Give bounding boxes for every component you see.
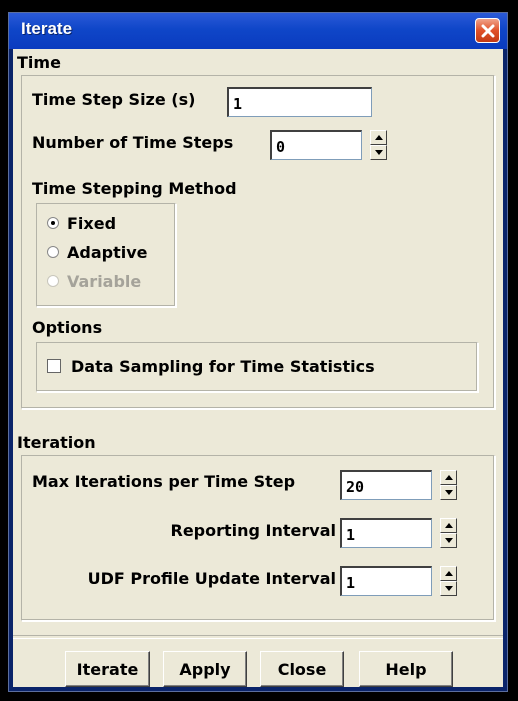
- iterate-button[interactable]: Iterate: [65, 651, 150, 687]
- time-group: Time Step Size (s) 1 Number of Time Step…: [21, 75, 495, 409]
- iteration-section-label: Iteration: [17, 433, 96, 452]
- udf-profile-update-interval-label: UDF Profile Update Interval: [87, 569, 336, 588]
- max-iterations-input[interactable]: 20: [340, 470, 432, 500]
- spin-down-arrow-icon[interactable]: [440, 581, 457, 596]
- radio-fixed-label: Fixed: [67, 214, 117, 233]
- radio-variable: Variable: [47, 272, 141, 291]
- number-of-time-steps-input[interactable]: 0: [270, 130, 362, 160]
- reporting-interval-label: Reporting Interval: [170, 521, 337, 540]
- radio-disabled-icon: [47, 274, 59, 287]
- radio-variable-label: Variable: [67, 272, 142, 291]
- time-stepping-method-label: Time Stepping Method: [32, 179, 237, 198]
- radio-adaptive[interactable]: Adaptive: [47, 243, 148, 262]
- time-step-size-input[interactable]: 1: [227, 87, 372, 117]
- close-icon: [481, 24, 494, 37]
- number-of-time-steps-label: Number of Time Steps: [32, 133, 234, 152]
- options-label: Options: [32, 318, 103, 337]
- spin-down-arrow-icon[interactable]: [440, 533, 457, 548]
- reporting-interval-input[interactable]: 1: [340, 518, 432, 548]
- iteration-group: Max Iterations per Time Step 20 Reportin…: [21, 455, 495, 621]
- reporting-interval-spinner[interactable]: [440, 518, 457, 548]
- dialog-body: Time Time Step Size (s) 1 Number of Time…: [13, 49, 503, 687]
- time-step-size-label: Time Step Size (s): [32, 90, 196, 109]
- button-separator: [13, 635, 503, 639]
- checkbox-icon: [47, 358, 61, 373]
- udf-profile-update-interval-input[interactable]: 1: [340, 566, 432, 596]
- data-sampling-label: Data Sampling for Time Statistics: [71, 357, 375, 376]
- close-button[interactable]: Close: [260, 651, 344, 687]
- window-title: Iterate: [21, 19, 73, 38]
- spin-up-arrow-icon[interactable]: [370, 130, 387, 145]
- close-window-button[interactable]: [475, 18, 500, 43]
- radio-unselected-icon: [47, 245, 59, 258]
- udf-profile-update-interval-spinner[interactable]: [440, 566, 457, 596]
- max-iterations-label: Max Iterations per Time Step: [32, 472, 296, 491]
- spin-up-arrow-icon[interactable]: [440, 470, 457, 485]
- title-bar[interactable]: Iterate: [9, 13, 507, 49]
- spin-down-arrow-icon[interactable]: [370, 145, 387, 160]
- radio-fixed[interactable]: Fixed: [47, 214, 116, 233]
- radio-selected-icon: [47, 216, 59, 229]
- max-iterations-spinner[interactable]: [440, 470, 457, 500]
- time-stepping-method-group: Fixed Adaptive Variable: [36, 203, 176, 307]
- spin-down-arrow-icon[interactable]: [440, 485, 457, 500]
- spin-up-arrow-icon[interactable]: [440, 566, 457, 581]
- spin-up-arrow-icon[interactable]: [440, 518, 457, 533]
- number-of-time-steps-spinner[interactable]: [370, 130, 387, 160]
- radio-adaptive-label: Adaptive: [67, 243, 148, 262]
- time-section-label: Time: [17, 53, 61, 72]
- options-group: Data Sampling for Time Statistics: [36, 342, 478, 392]
- data-sampling-checkbox[interactable]: Data Sampling for Time Statistics: [47, 357, 375, 376]
- iterate-dialog: Iterate Time Time Step Size (s) 1 Number…: [8, 12, 508, 692]
- help-button[interactable]: Help: [359, 651, 453, 687]
- apply-button[interactable]: Apply: [163, 651, 247, 687]
